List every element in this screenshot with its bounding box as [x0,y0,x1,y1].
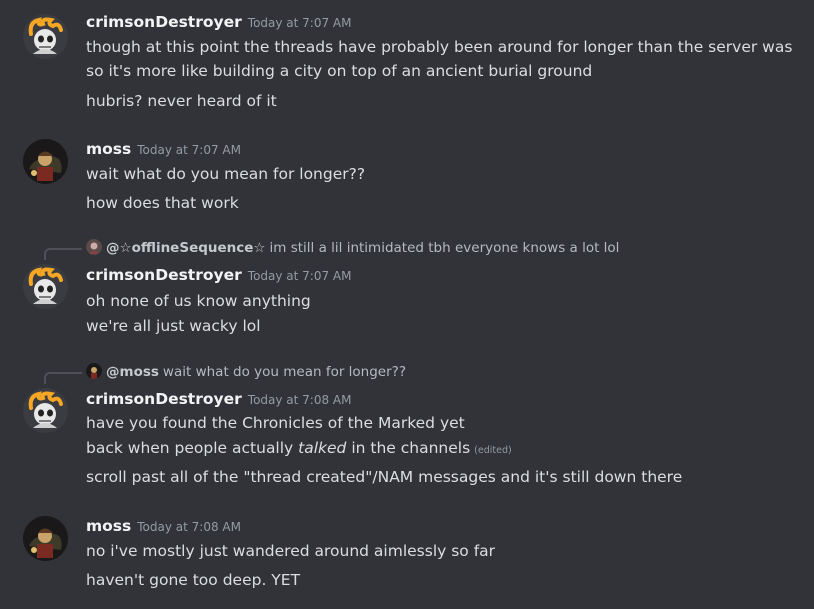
author-name[interactable]: crimsonDestroyer [86,13,242,31]
message-text: hubris? never heard of it [86,92,277,110]
reply-preview[interactable]: im still a lil intimidated tbh everyone … [270,240,620,256]
reply-preview[interactable]: wait what do you mean for longer?? [163,364,406,380]
message-timestamp[interactable]: Today at 7:07 AM [248,16,352,30]
crimson-destroyer-avatar[interactable] [23,14,68,59]
reply-author[interactable]: @moss [106,364,159,380]
crimson-destroyer-avatar[interactable] [23,264,68,309]
message-text: though at this point the threads have pr… [86,38,793,56]
message-text: how does that work [86,194,239,212]
message-text: have you found the Chronicles of the Mar… [86,414,465,432]
message-text-italic: talked [298,439,347,457]
message-header: crimsonDestroyer Today at 7:08 AM [86,389,352,409]
reply-spine [44,248,82,260]
moss-avatar [86,363,102,379]
message-header: moss Today at 7:07 AM [86,139,241,159]
reply-reference[interactable]: @☆offlineSequence☆ im still a lil intimid… [86,239,619,257]
message-header: crimsonDestroyer Today at 7:07 AM [86,12,352,32]
message-text: oh none of us know anything [86,292,311,310]
offline-sequence-avatar [86,239,102,255]
moss-avatar[interactable] [23,139,68,184]
message-text-part: back when people actually [86,439,299,457]
message-timestamp[interactable]: Today at 7:08 AM [248,393,352,407]
author-name[interactable]: crimsonDestroyer [86,390,242,408]
author-name[interactable]: moss [86,140,131,158]
message-text: haven't gone too deep. YET [86,571,301,589]
message-text: we're all just wacky lol [86,317,261,335]
reply-spine [44,372,82,384]
crimson-destroyer-avatar[interactable] [23,388,68,433]
author-name[interactable]: crimsonDestroyer [86,266,242,284]
reply-reference[interactable]: @moss wait what do you mean for longer?? [86,363,406,381]
chat-message-list[interactable]: crimsonDestroyer Today at 7:07 AM though … [0,0,814,609]
message-text: wait what do you mean for longer?? [86,165,366,183]
message-timestamp[interactable]: Today at 7:08 AM [137,520,241,534]
edited-tag[interactable]: (edited) [474,445,512,456]
message-text-edited: back when people actually talked in the … [86,438,512,461]
message-header: crimsonDestroyer Today at 7:07 AM [86,265,352,285]
message-text-part: in the channels [346,439,471,457]
message-header: moss Today at 7:08 AM [86,516,241,536]
message-text: no i've mostly just wandered around aiml… [86,542,496,560]
moss-avatar[interactable] [23,516,68,561]
message-text: scroll past all of the "thread created"/… [86,468,683,486]
author-name[interactable]: moss [86,517,131,535]
reply-author[interactable]: @☆offlineSequence☆ [106,240,266,256]
message-timestamp[interactable]: Today at 7:07 AM [248,269,352,283]
message-text: so it's more like building a city on top… [86,62,593,80]
message-timestamp[interactable]: Today at 7:07 AM [137,143,241,157]
